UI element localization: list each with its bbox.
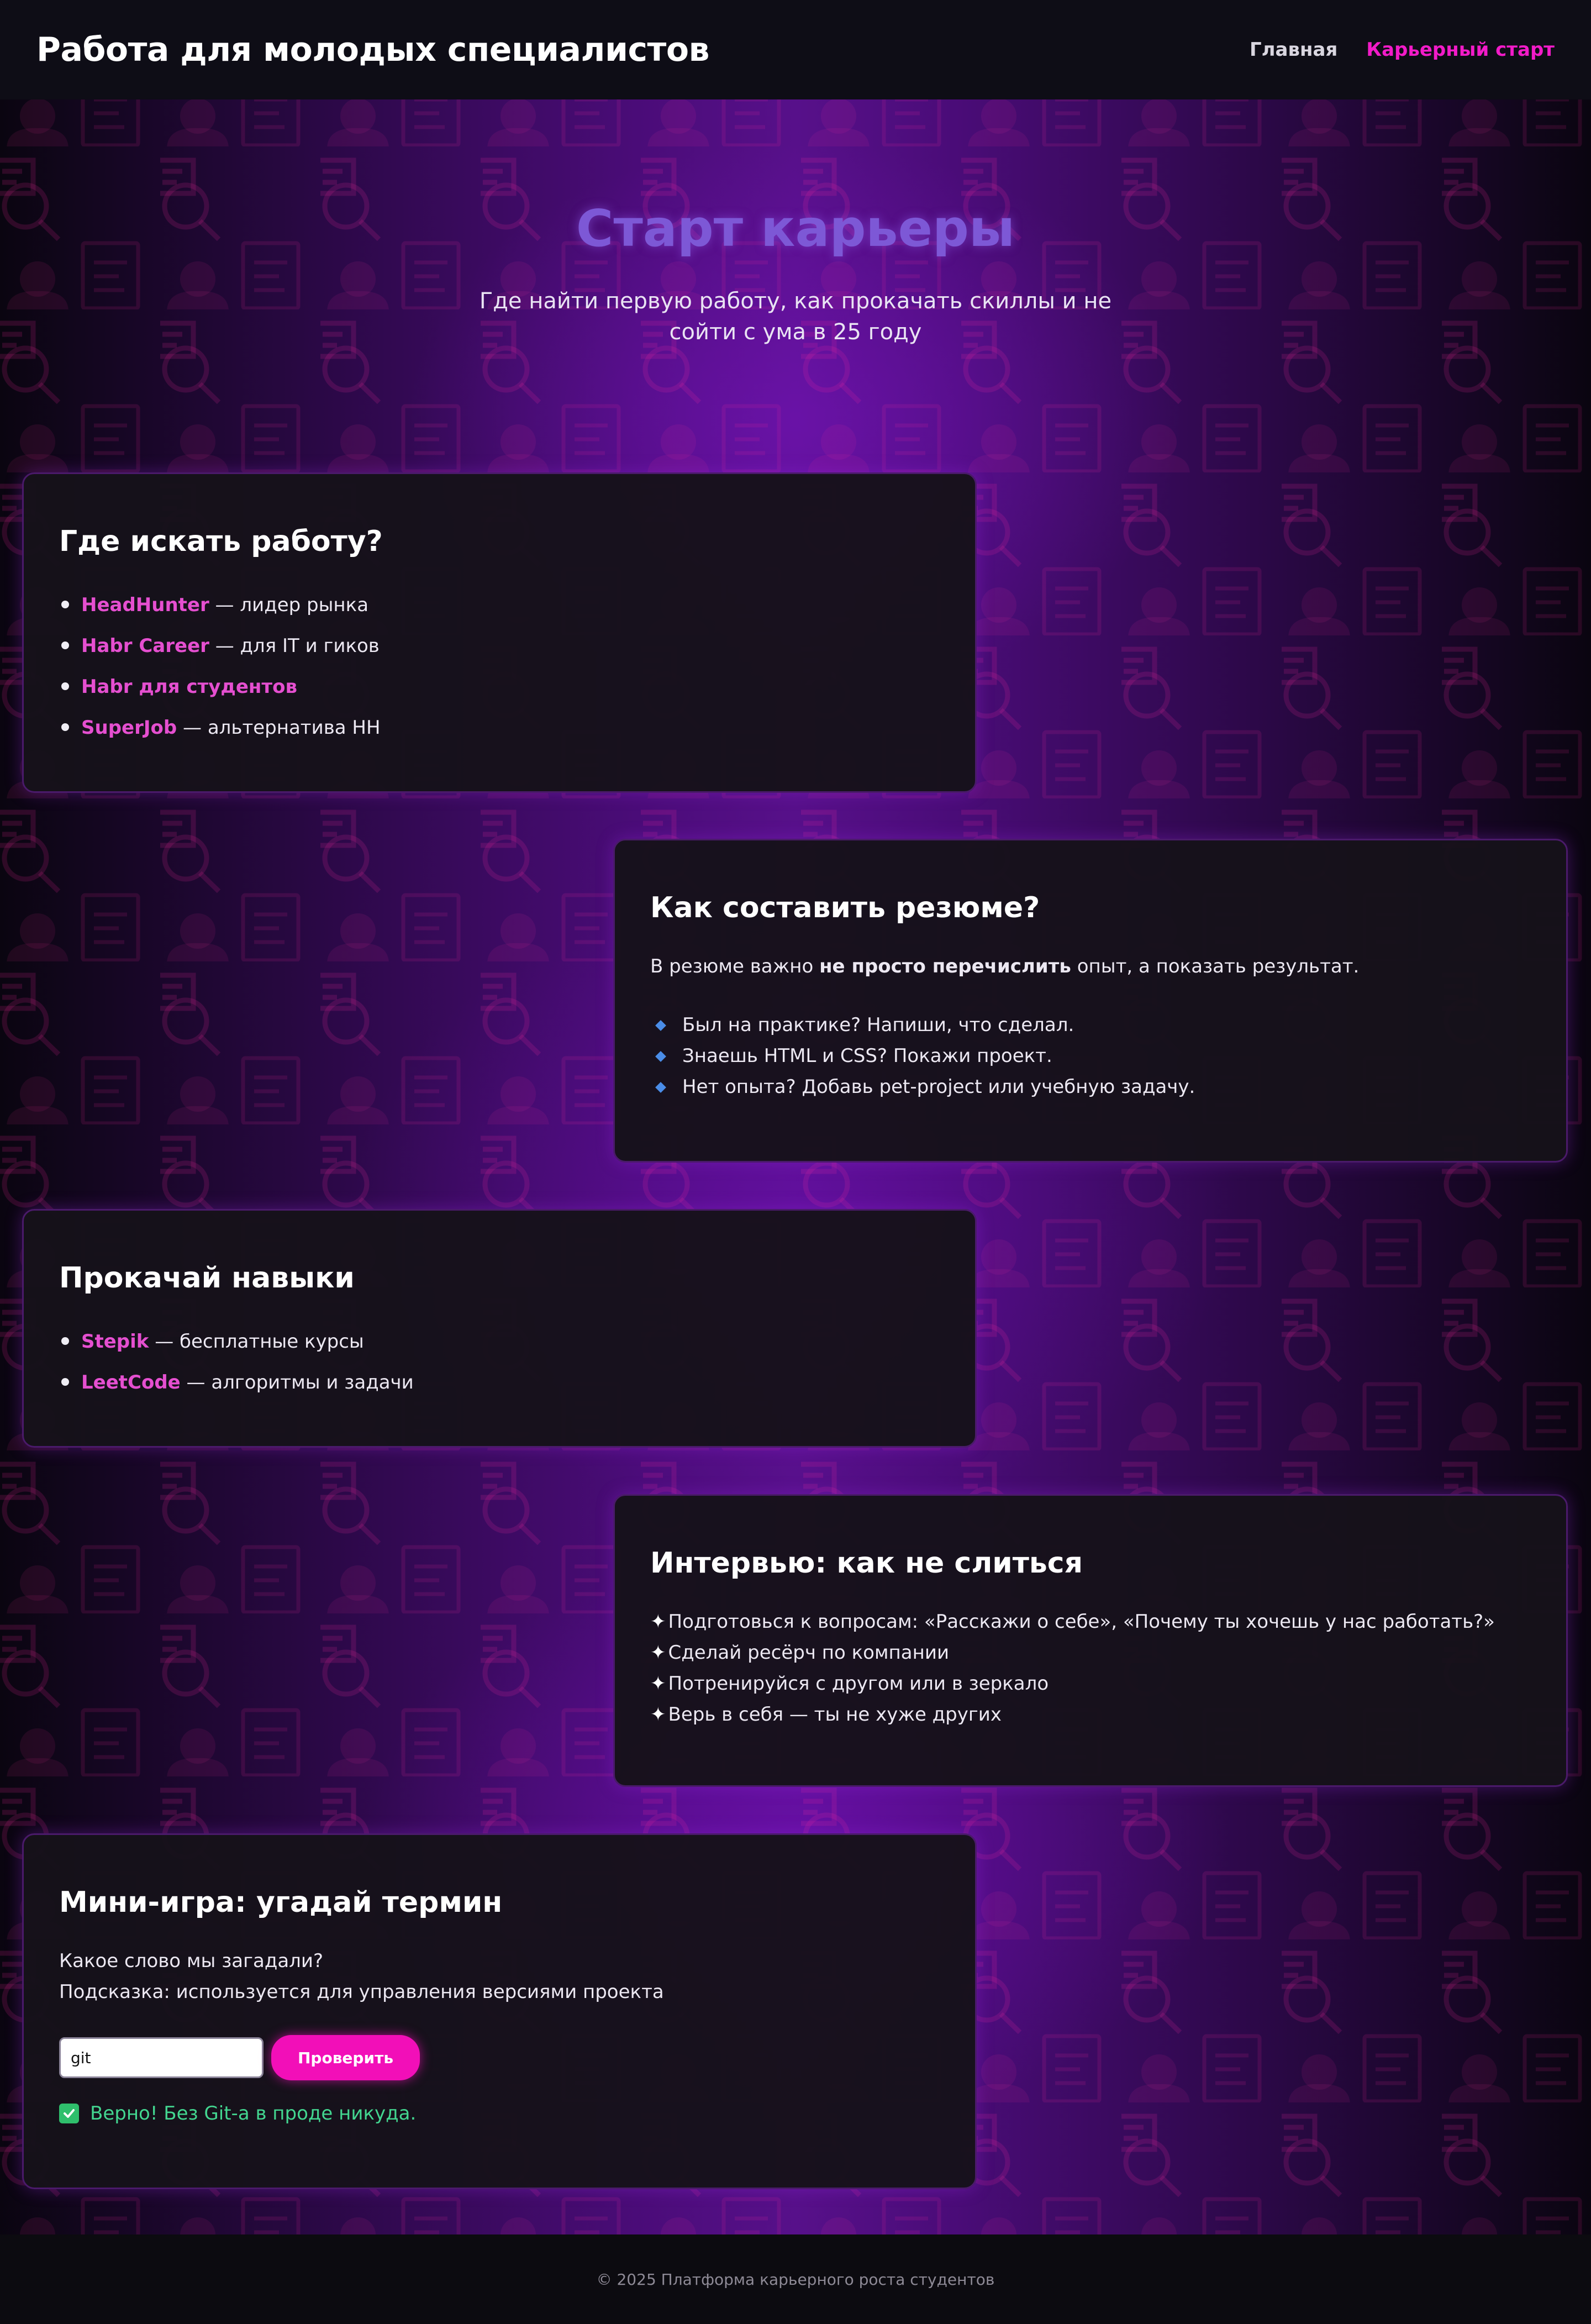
card-title: Интервью: как не слиться <box>650 1547 1083 1580</box>
list-item-text: Знаешь HTML и CSS? Покажи проект. <box>682 1045 1052 1067</box>
game-hint: Подсказка: используется для управления в… <box>59 1981 664 2003</box>
card-title: Где искать работу? <box>59 525 383 558</box>
resume-intro-start: В резюме важно <box>650 955 820 977</box>
guess-input[interactable] <box>59 2037 264 2078</box>
link-superjob[interactable]: SuperJob <box>81 717 177 739</box>
hero-subtitle: Где найти первую работу, как прокачать с… <box>479 288 1112 345</box>
resume-tips-list: Был на практике? Напиши, что сделал. Зна… <box>650 1009 1531 1102</box>
sparkle-icon: ✦ <box>650 1642 666 1664</box>
resume-intro-end: опыт, а показать результат. <box>1071 955 1360 977</box>
list-item: Нет опыта? Добавь pet-project или учебну… <box>650 1071 1531 1102</box>
card-title: Мини-игра: угадай термин <box>59 1886 503 1919</box>
list-item-text: Нет опыта? Добавь pet-project или учебну… <box>682 1076 1195 1098</box>
card-resume: Как составить резюме? В резюме важно не … <box>613 839 1568 1163</box>
list-item: ✦ Верь в себя — ты не хуже других <box>650 1699 1531 1730</box>
list-item: ✦ Сделай ресёрч по компании <box>650 1637 1531 1668</box>
nav-link-career-start[interactable]: Карьерный старт <box>1366 39 1555 61</box>
list-item: HeadHunter — лидер рынка <box>59 585 940 625</box>
card-mini-game: Мини-игра: угадай термин Какое слово мы … <box>22 1833 977 2189</box>
list-item: Habr для студентов <box>59 666 940 707</box>
list-item-text: — лидер рынка <box>209 594 369 616</box>
sparkle-icon: ✦ <box>650 1703 666 1726</box>
list-item: ✦ Потренируйся с другом или в зеркало <box>650 1668 1531 1699</box>
list-item: SuperJob — альтернатива HH <box>59 707 940 748</box>
link-stepik[interactable]: Stepik <box>81 1331 149 1353</box>
list-item: Habr Career — для IT и гиков <box>59 625 940 666</box>
list-item-text: — бесплатные курсы <box>149 1331 364 1353</box>
bullet-dot-icon <box>61 642 69 649</box>
nav-link-home[interactable]: Главная <box>1250 39 1337 61</box>
skills-list: Stepik — бесплатные курсы LeetCode — алг… <box>59 1321 940 1403</box>
interview-tips-list: ✦ Подготовься к вопросам: «Расскажи о себ… <box>650 1606 1531 1730</box>
list-item: Stepik — бесплатные курсы <box>59 1321 940 1362</box>
link-leetcode[interactable]: LeetCode <box>81 1371 181 1394</box>
list-item: LeetCode — алгоритмы и задачи <box>59 1362 940 1403</box>
game-result-text: Верно! Без Git-а в проде никуда. <box>90 2102 417 2125</box>
bullet-dot-icon <box>61 723 69 731</box>
link-habr-career[interactable]: Habr Career <box>81 635 209 657</box>
site-title: Работа для молодых специалистов <box>36 30 710 69</box>
bullet-dot-icon <box>61 601 69 608</box>
list-item-text: Был на практике? Напиши, что сделал. <box>682 1014 1074 1036</box>
game-question: Какое слово мы загадали? <box>59 1950 324 1972</box>
card-interview: Интервью: как не слиться ✦ Подготовься к … <box>613 1494 1568 1787</box>
list-item: Был на практике? Напиши, что сделал. <box>650 1009 1531 1040</box>
list-item-text: — альтернатива HH <box>177 717 381 739</box>
hero-title: Старт карьеры <box>576 199 1015 258</box>
site-footer: © 2025 Платформа карьерного роста студен… <box>0 2234 1591 2324</box>
hero-section: Старт карьеры Где найти первую работу, к… <box>0 199 1591 348</box>
job-sites-list: HeadHunter — лидер рынка Habr Career — д… <box>59 585 940 748</box>
resume-intro-bold: не просто перечислить <box>819 955 1071 977</box>
check-button[interactable]: Проверить <box>271 2035 420 2080</box>
list-item-text: — для IT и гиков <box>209 635 380 657</box>
game-result: Верно! Без Git-а в проде никуда. <box>59 2102 940 2125</box>
list-item-text: Верь в себя — ты не хуже других <box>668 1703 1002 1726</box>
list-item-text: — алгоритмы и задачи <box>180 1371 414 1394</box>
site-header: Работа для молодых специалистов Главная … <box>0 0 1591 99</box>
link-headhunter[interactable]: HeadHunter <box>81 594 209 616</box>
check-mark-icon <box>59 2104 79 2123</box>
link-habr-students[interactable]: Habr для студентов <box>81 676 297 698</box>
diamond-bullet-icon <box>655 1020 666 1031</box>
diamond-bullet-icon <box>655 1051 666 1062</box>
card-title: Прокачай навыки <box>59 1261 355 1295</box>
list-item-text: Потренируйся с другом или в зеркало <box>668 1673 1049 1695</box>
bullet-dot-icon <box>61 682 69 690</box>
bullet-dot-icon <box>61 1378 69 1386</box>
main-nav: Главная Карьерный старт <box>1250 39 1555 61</box>
game-form: Проверить <box>59 2035 940 2080</box>
bullet-dot-icon <box>61 1337 69 1345</box>
list-item: Знаешь HTML и CSS? Покажи проект. <box>650 1040 1531 1071</box>
card-where-to-find-job: Где искать работу? HeadHunter — лидер ры… <box>22 472 977 793</box>
sparkle-icon: ✦ <box>650 1611 666 1633</box>
list-item-text: Сделай ресёрч по компании <box>668 1642 950 1664</box>
card-skills: Прокачай навыки Stepik — бесплатные курс… <box>22 1209 977 1448</box>
card-title: Как составить резюме? <box>650 891 1040 924</box>
resume-intro: В резюме важно не просто перечислить опы… <box>650 951 1531 982</box>
list-item: ✦ Подготовься к вопросам: «Расскажи о себ… <box>650 1606 1531 1637</box>
footer-copyright: © 2025 Платформа карьерного роста студен… <box>596 2270 995 2289</box>
diamond-bullet-icon <box>655 1082 666 1093</box>
sparkle-icon: ✦ <box>650 1673 666 1695</box>
list-item-text: Подготовься к вопросам: «Расскажи о себе… <box>668 1611 1495 1633</box>
